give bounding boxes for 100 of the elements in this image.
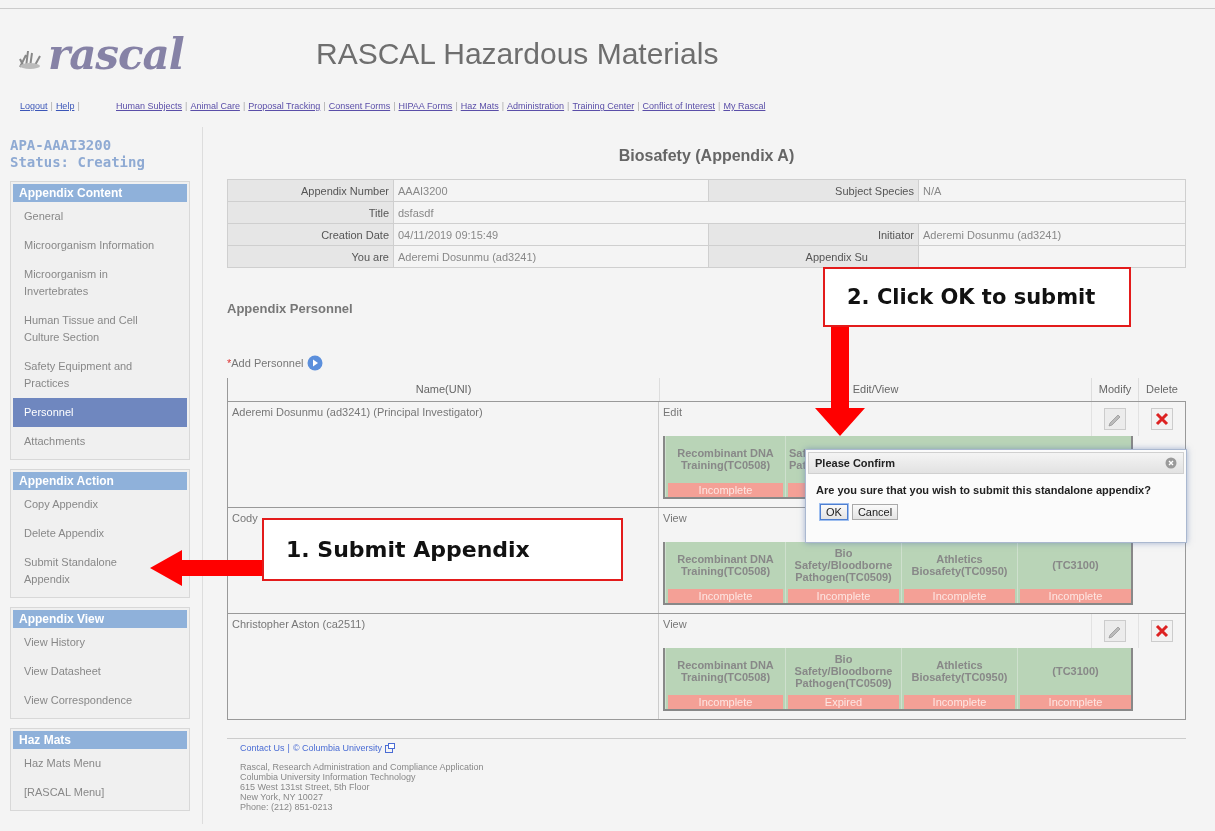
edit-icon[interactable] [1104, 620, 1126, 642]
link-separator: | [50, 101, 53, 111]
status-cell: Incomplete [1020, 695, 1131, 709]
link-separator: | [242, 101, 246, 111]
field-value: Aderemi Dosunmu (ad3241) [393, 245, 709, 268]
sidebar-item[interactable]: Human Tissue and Cell Culture Section [11, 306, 160, 352]
course-name: Recombinant DNA Training(TC0508) [676, 658, 775, 685]
nav-link[interactable]: Animal Care [190, 101, 240, 111]
dialog-title: Please Confirm [815, 457, 896, 469]
section-header: Haz Mats [13, 731, 187, 749]
link-separator: | [455, 101, 458, 111]
record-id: APA-AAAI3200 [10, 137, 113, 154]
nav-link[interactable]: Haz Mats [460, 101, 499, 111]
column-header: Name(UNI) [414, 382, 473, 397]
address-line: Columbia University Information Technology [240, 772, 417, 782]
link-separator: | [501, 101, 505, 111]
nav-link[interactable]: Proposal Tracking [248, 101, 321, 111]
record-status: Status: Creating [10, 154, 146, 171]
sidebar-item[interactable]: View Datasheet [11, 657, 105, 686]
sidebar-item[interactable]: View Correspondence [11, 686, 137, 715]
sidebar-item[interactable]: Attachments [11, 427, 90, 456]
sidebar-item[interactable]: Copy Appendix [11, 490, 102, 519]
course-name: Athletics Biosafety(TC0950) [910, 552, 1009, 579]
account-link[interactable]: Logout [20, 101, 48, 111]
column-header: Modify [1091, 378, 1138, 401]
course-name: Recombinant DNA Training(TC0508) [676, 446, 775, 473]
course-name: Bio Safety/Bloodborne Pathogen(TC0509) [793, 652, 894, 691]
access-link[interactable]: View [663, 618, 687, 630]
callout: 2. Click OK to submit [823, 267, 1131, 327]
nav-link[interactable]: Conflict of Interest [642, 101, 716, 111]
course-name: Athletics Biosafety(TC0950) [910, 658, 1009, 685]
footer-link[interactable]: © Columbia University [292, 743, 383, 753]
status-cell: Incomplete [904, 589, 1015, 603]
nav-link[interactable]: HIPAA Forms [398, 101, 453, 111]
status-cell: Incomplete [904, 695, 1015, 709]
field-label: You are [227, 245, 394, 268]
section-header: Appendix View [13, 610, 187, 628]
account-link[interactable]: Help [55, 101, 75, 111]
field-value: 04/11/2019 09:15:49 [393, 223, 709, 246]
access-link[interactable]: View [663, 512, 687, 524]
delete-icon[interactable] [1151, 408, 1173, 430]
field-label: Appendix Number [227, 179, 394, 202]
status-cell: Incomplete [668, 589, 783, 603]
address-line: New York, NY 10027 [240, 792, 324, 802]
sidebar-item[interactable]: General [11, 202, 68, 231]
section-header: Appendix Action [13, 472, 187, 490]
edit-icon[interactable] [1104, 408, 1126, 430]
status-cell: Incomplete [668, 695, 783, 709]
nav-link[interactable]: Administration [507, 101, 565, 111]
add-personnel-label: Add Personnel [231, 357, 304, 369]
link-separator: | [718, 101, 721, 111]
delete-icon[interactable] [1151, 620, 1173, 642]
column-header: Delete [1138, 378, 1185, 401]
link-separator: | [637, 101, 640, 111]
sidebar-item[interactable]: Personnel [13, 398, 187, 427]
dialog-message: Are you sure that you wish to submit this standalone appendix? [815, 483, 1152, 498]
nav-link[interactable]: My Rascal [723, 101, 766, 111]
course-name: Recombinant DNA Training(TC0508) [676, 552, 775, 579]
field-label: Title [227, 201, 394, 224]
status-cell: Incomplete [788, 589, 899, 603]
table-cell: Christopher Aston (ca2511) [228, 614, 659, 719]
nav-link[interactable]: Human Subjects [116, 101, 183, 111]
sidebar-item[interactable]: [RASCAL Menu] [11, 778, 109, 807]
sidebar-item[interactable]: View History [11, 628, 89, 657]
section-header: Appendix Content [13, 184, 187, 202]
link-separator: | [323, 101, 326, 111]
sidebar-item[interactable]: Haz Mats Menu [11, 749, 106, 778]
field-value: N/A [918, 179, 1186, 202]
access-link[interactable]: Edit [663, 406, 682, 418]
nav-link[interactable]: Training Center [572, 101, 635, 111]
field-label: Appendix Su [708, 245, 919, 268]
section-heading: Appendix Personnel [227, 301, 353, 316]
dialog-button[interactable]: Cancel [851, 504, 899, 520]
sidebar-item[interactable]: Microorganism Information [11, 231, 159, 260]
page-heading: Biosafety (Appendix A) [617, 147, 796, 166]
external-link-icon [385, 743, 396, 753]
link-separator: | [567, 101, 570, 111]
link-separator: | [287, 743, 290, 753]
footer-link[interactable]: Contact Us [240, 743, 285, 753]
table-cell: Aderemi Dosunmu (ad3241) (Principal Investigator) [228, 402, 659, 507]
course-name: Saf Pat [788, 446, 807, 473]
field-value: AAAI3200 [393, 179, 709, 202]
close-icon[interactable] [1165, 457, 1177, 469]
nav-link[interactable]: Consent Forms [328, 101, 391, 111]
dialog-button[interactable]: OK [820, 504, 848, 520]
field-value: dsfasdf [393, 201, 1186, 224]
field-label: Creation Date [227, 223, 394, 246]
sidebar-item[interactable]: Safety Equipment and Practices [11, 352, 160, 398]
link-separator: | [393, 101, 396, 111]
sidebar-item[interactable]: Delete Appendix [11, 519, 109, 548]
link-separator: | [77, 101, 80, 111]
sidebar-item[interactable]: Microorganism in Invertebrates [11, 260, 160, 306]
site-title: RASCAL Hazardous Materials [316, 37, 719, 71]
course-name: (TC3100) [1051, 664, 1100, 679]
required-mark: * [227, 357, 232, 369]
callout: 1. Submit Appendix [262, 518, 623, 581]
sidebar-item[interactable]: Submit Standalone Appendix [11, 548, 160, 594]
field-value: Aderemi Dosunmu (ad3241) [918, 223, 1186, 246]
address-line: Phone: (212) 851-0213 [240, 802, 334, 812]
field-label: Initiator [708, 223, 919, 246]
